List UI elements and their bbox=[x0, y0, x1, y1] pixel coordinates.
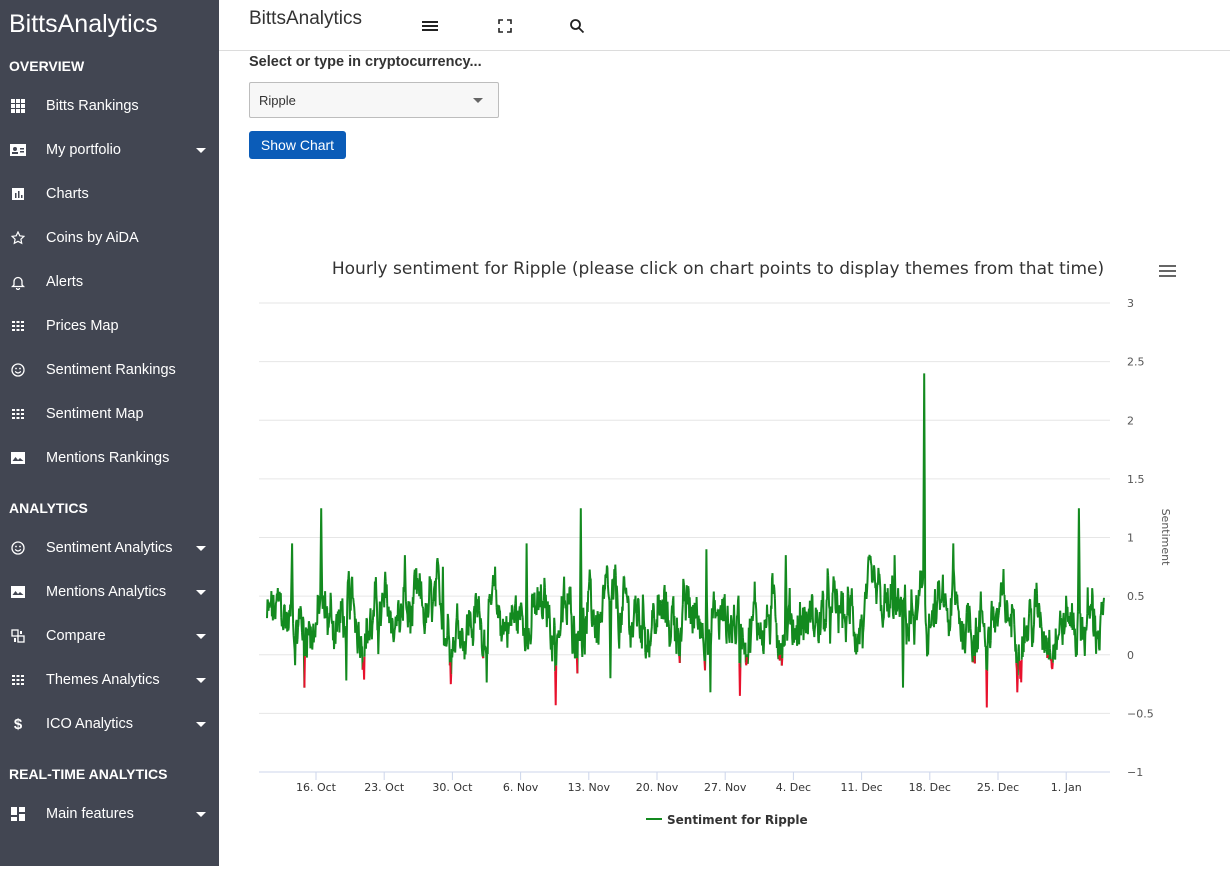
x-tick-label: 27. Nov bbox=[704, 781, 747, 794]
y-tick-label: 1.5 bbox=[1127, 473, 1145, 486]
series-line-positive[interactable] bbox=[266, 373, 1105, 693]
y-axis-label: Sentiment bbox=[1159, 509, 1172, 567]
y-tick-label: 0.5 bbox=[1127, 590, 1145, 603]
x-tick-label: 20. Nov bbox=[636, 781, 679, 794]
x-tick-label: 16. Oct bbox=[296, 781, 337, 794]
legend-label: Sentiment for Ripple bbox=[667, 813, 808, 827]
x-tick-label: 1. Jan bbox=[1051, 781, 1082, 794]
x-tick-label: 30. Oct bbox=[432, 781, 473, 794]
y-tick-label: 0 bbox=[1127, 649, 1134, 662]
x-tick-label: 23. Oct bbox=[364, 781, 405, 794]
x-tick-label: 11. Dec bbox=[840, 781, 882, 794]
sentiment-chart[interactable]: Hourly sentiment for Ripple (please clic… bbox=[0, 0, 1230, 866]
x-tick-label: 13. Nov bbox=[568, 781, 611, 794]
y-tick-label: 3 bbox=[1127, 297, 1134, 310]
x-tick-label: 6. Nov bbox=[503, 781, 539, 794]
chart-container: Hourly sentiment for Ripple (please clic… bbox=[0, 0, 1230, 866]
y-tick-label: 2 bbox=[1127, 414, 1134, 427]
chart-title: Hourly sentiment for Ripple (please clic… bbox=[332, 259, 1104, 279]
legend[interactable]: Sentiment for Ripple bbox=[646, 813, 808, 827]
y-tick-label: −1 bbox=[1127, 766, 1143, 779]
x-tick-label: 18. Dec bbox=[909, 781, 951, 794]
chart-menu-icon[interactable] bbox=[1159, 265, 1176, 277]
y-tick-label: −0.5 bbox=[1127, 707, 1154, 720]
y-tick-label: 2.5 bbox=[1127, 356, 1145, 369]
series-line-negative[interactable] bbox=[303, 654, 1054, 708]
x-tick-label: 25. Dec bbox=[977, 781, 1019, 794]
x-tick-label: 4. Dec bbox=[776, 781, 811, 794]
y-tick-label: 1 bbox=[1127, 532, 1134, 545]
